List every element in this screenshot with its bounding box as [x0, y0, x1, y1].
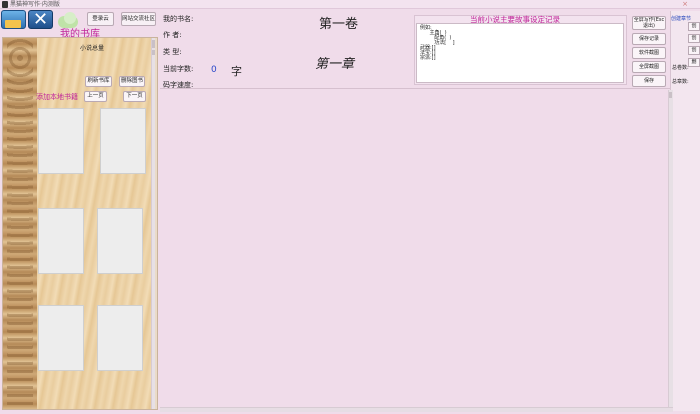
volume-title[interactable]: 第一卷: [319, 13, 358, 32]
tab-create-chapter[interactable]: 创建章节: [671, 15, 691, 22]
editor-textarea[interactable]: [160, 89, 668, 407]
app-logo-icon: [2, 1, 8, 8]
delete-chapter-button[interactable]: 删: [688, 58, 700, 67]
next-page-button[interactable]: 下一页: [123, 91, 146, 102]
fullscreen-write-button[interactable]: 全屏写作(Esc退出): [632, 16, 666, 30]
community-button[interactable]: 网站交流社区: [121, 12, 156, 26]
total-chapters-label: 总章数:: [672, 79, 689, 85]
chapter-title[interactable]: 第一章: [315, 53, 354, 72]
story-record-textarea[interactable]: 例如: 主角( ) 配角( ) 功法[ ] 武器:[] 法宝:[] 宗派:[]: [416, 23, 624, 83]
book-slot[interactable]: [38, 108, 84, 174]
computer-folder-icon[interactable]: [1, 10, 26, 29]
total-volumes-label: 总卷数:: [672, 65, 689, 71]
author-label: 作 者:: [163, 31, 182, 39]
book-slot[interactable]: [97, 208, 143, 274]
create-button[interactable]: 创: [688, 34, 700, 43]
create-button[interactable]: 创: [688, 46, 700, 55]
book-slot[interactable]: [97, 305, 143, 371]
close-icon[interactable]: ×: [681, 0, 689, 8]
software-screenshot-button[interactable]: 软件截图: [632, 47, 666, 59]
tools-icon[interactable]: ✕: [28, 10, 53, 29]
editor-scrollbar[interactable]: [668, 90, 673, 407]
library-scrollbar[interactable]: [151, 38, 155, 409]
add-local-book-link[interactable]: 添加本地书籍: [36, 92, 78, 102]
word-unit: 字: [231, 65, 242, 78]
book-slot[interactable]: [100, 108, 146, 174]
window-title: 黑猫神写作·内测版: [10, 1, 60, 8]
horizontal-scrollbar[interactable]: [160, 407, 673, 412]
refresh-library-button[interactable]: 刷新书库: [85, 76, 112, 87]
save-record-button[interactable]: 保存记录: [632, 33, 666, 45]
create-button[interactable]: 创: [688, 22, 700, 31]
book-name-label: 我的书名:: [163, 15, 194, 23]
chapter-panel: [670, 11, 700, 411]
carved-wood-decoration: [3, 38, 37, 409]
title-bar: 黑猫神写作·内测版 ×: [0, 0, 700, 9]
folder-icon: [5, 20, 21, 28]
word-count-value: 0: [211, 65, 217, 75]
delete-book-button[interactable]: 删除图书: [119, 76, 145, 87]
full-screenshot-button[interactable]: 全屏截图: [632, 61, 666, 73]
type-label: 类 型:: [163, 48, 182, 56]
record-line: 宗派:[]: [420, 55, 436, 61]
login-cloud-button[interactable]: 登录云: [87, 12, 114, 26]
word-count-label: 当前字数:: [163, 65, 194, 73]
app-window: 黑猫神写作·内测版 × ✕ 登录云 网站交流社区 我的书库 小说总量 刷新书库 …: [0, 0, 700, 414]
book-slot[interactable]: [38, 208, 84, 274]
save-button[interactable]: 保存: [632, 75, 666, 87]
prev-page-button[interactable]: 上一页: [84, 91, 107, 102]
novel-total-label: 小说总量: [80, 45, 105, 52]
book-slot[interactable]: [38, 305, 84, 371]
